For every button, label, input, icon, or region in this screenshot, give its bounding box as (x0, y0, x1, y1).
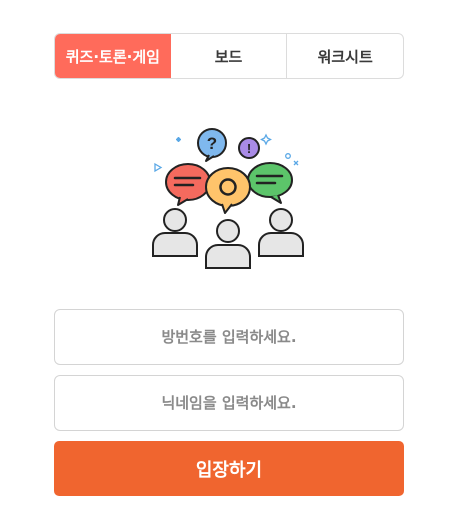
question-bubble: ? (197, 128, 227, 162)
person-left (152, 208, 198, 257)
exclamation-bubble: ! (238, 137, 260, 159)
discussion-people-illustration: ? ! (152, 128, 304, 269)
tab-worksheet[interactable]: 워크시트 (286, 34, 403, 78)
enter-button[interactable]: 입장하기 (54, 441, 404, 496)
room-number-input[interactable] (54, 309, 404, 365)
red-speech-bubble (165, 163, 211, 206)
yellow-speech-bubble (205, 167, 251, 214)
exclamation-mark: ! (247, 141, 251, 156)
tab-quiz-debate-game[interactable]: 퀴즈·토론·게임 (55, 34, 171, 78)
mode-tabs: 퀴즈·토론·게임 보드 워크시트 (54, 33, 404, 79)
tab-board[interactable]: 보드 (171, 34, 287, 78)
person-right (258, 208, 304, 257)
question-mark: ? (207, 134, 217, 153)
person-center (205, 219, 251, 269)
nickname-input[interactable] (54, 375, 404, 431)
green-speech-bubble (247, 162, 293, 204)
